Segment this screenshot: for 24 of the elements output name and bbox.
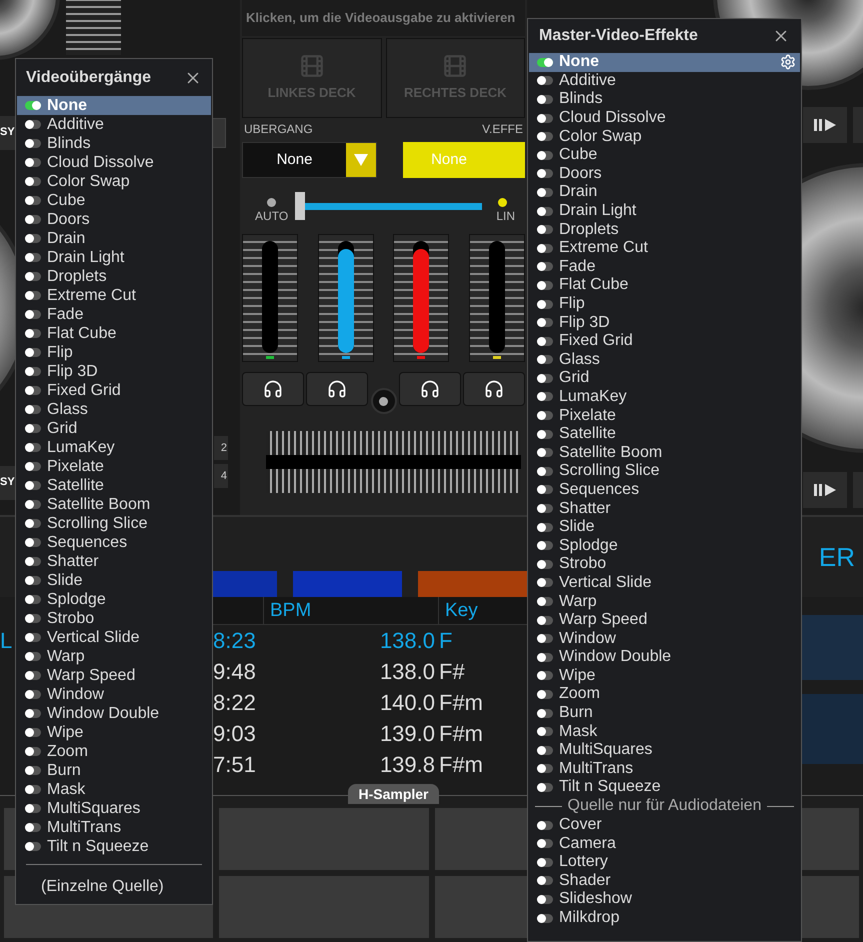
menu-title: Master-Video-Effekte xyxy=(539,26,698,46)
auto-label: AUTO xyxy=(255,208,288,225)
table-cell-text: F# xyxy=(439,658,466,686)
menu-title: Videoübergänge xyxy=(26,68,152,88)
section-label: Quelle nur für Audiodateien xyxy=(568,796,762,816)
table-cell-text: 140.0 xyxy=(378,689,436,717)
line-label: LIN xyxy=(496,208,515,225)
table-cell-text: 9:03 xyxy=(213,720,257,748)
transition-label: UBERGANG xyxy=(244,121,313,138)
track-title: L xyxy=(0,627,12,655)
video-effect-label: V.EFFE xyxy=(482,121,523,138)
table-cell-text: 138.0 xyxy=(378,658,436,686)
table-cell-text: 9:48 xyxy=(213,658,257,686)
table-cell-text: 139.8 xyxy=(378,751,436,779)
table-cell-text: F#m xyxy=(439,751,484,779)
table-cell-text: F xyxy=(439,627,454,655)
table-cell-text: 7:51 xyxy=(213,751,257,779)
table-cell-text: 138.0 xyxy=(378,627,436,655)
table-cell-text: 139.0 xyxy=(378,720,436,748)
table-cell-text: F#m xyxy=(439,720,484,748)
table-cell-text: 8:22 xyxy=(213,689,257,717)
table-cell-text: 8:23 xyxy=(213,627,257,655)
panel-title: ER xyxy=(818,540,855,574)
table-cell-text: F#m xyxy=(439,689,484,717)
